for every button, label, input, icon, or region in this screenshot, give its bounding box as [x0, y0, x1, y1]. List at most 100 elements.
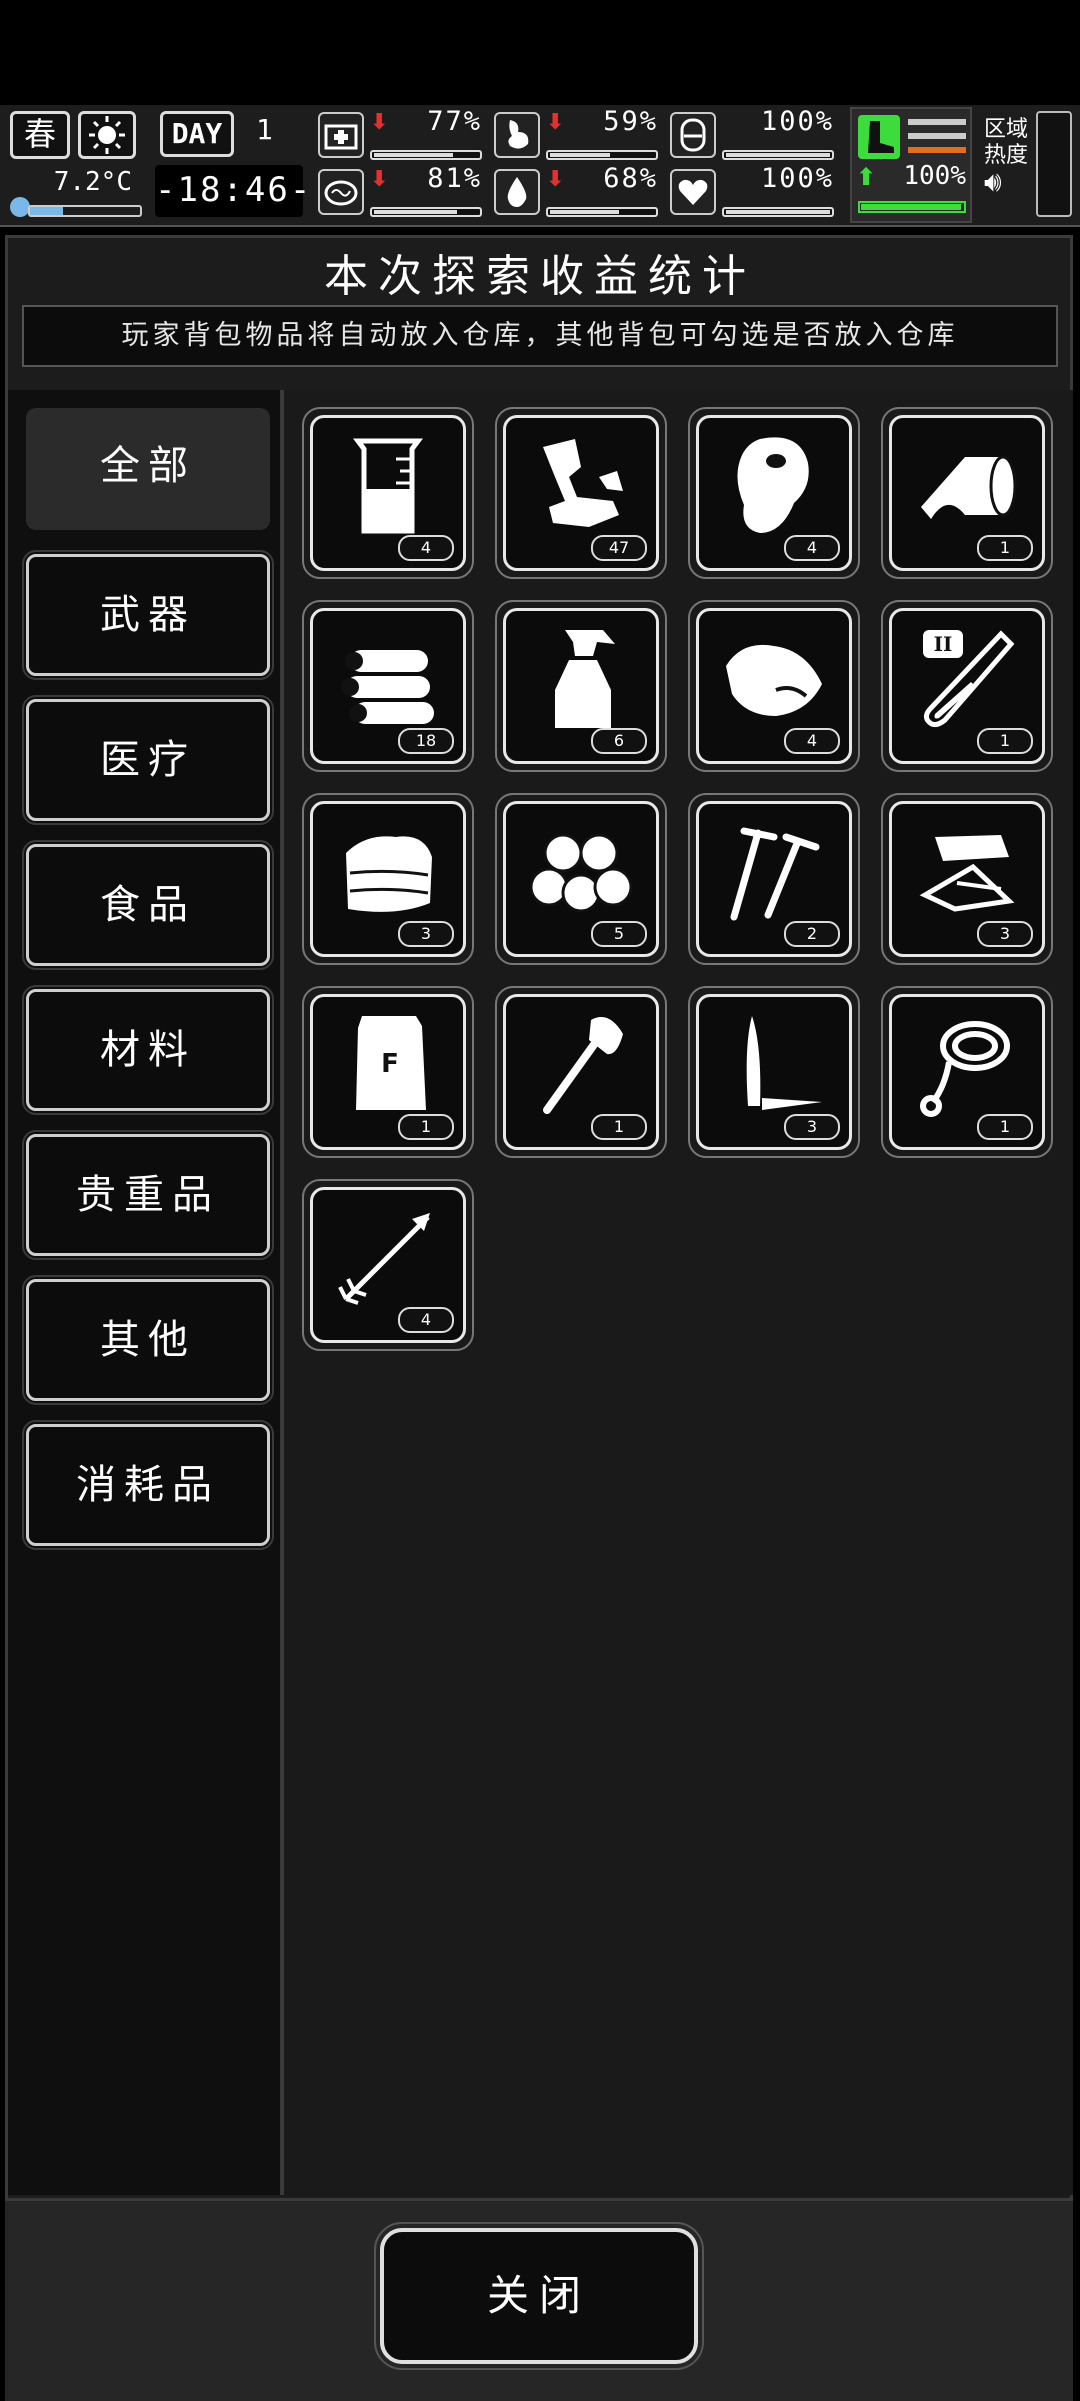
- stomach-icon: [494, 112, 540, 158]
- item-quantity: 1: [591, 1114, 647, 1140]
- item-quantity: 3: [977, 921, 1033, 947]
- up-arrow-icon: ⬆: [856, 163, 877, 191]
- cooked-meat-icon: [726, 644, 822, 716]
- tab-materials[interactable]: 材料: [22, 985, 274, 1115]
- close-button[interactable]: 关闭: [374, 2222, 704, 2370]
- stat-energy: ⬇ 81%: [318, 163, 482, 219]
- health-value: 77%: [427, 106, 482, 137]
- spray-bottle-icon: [555, 630, 615, 728]
- notice-text: 玩家背包物品将自动放入仓库，其他背包可勾选是否放入仓库: [22, 305, 1058, 367]
- bandage-roll-icon: [921, 455, 1017, 519]
- tab-all[interactable]: 全部: [26, 408, 270, 530]
- hunger-value: 59%: [603, 106, 658, 137]
- item-slot[interactable]: 4: [302, 1179, 474, 1351]
- item-slot[interactable]: 3: [302, 793, 474, 965]
- stat-hunger: ⬇ 59%: [494, 106, 658, 162]
- item-slot[interactable]: II 1: [881, 600, 1053, 772]
- panel-title: 本次探索收益统计: [324, 251, 756, 302]
- stat-heart: 100%: [670, 163, 834, 219]
- category-sidebar: 全部 武器 医疗 食品 材料 贵重品 其他 消耗品: [8, 390, 284, 2195]
- svg-text:F: F: [381, 1049, 399, 1079]
- item-slot[interactable]: 1: [881, 986, 1053, 1158]
- item-slot[interactable]: 3: [688, 986, 860, 1158]
- medkit-icon: [318, 112, 364, 158]
- logs-icon: [341, 650, 434, 724]
- item-quantity: 1: [977, 1114, 1033, 1140]
- temperature-gauge: 7.2°C: [10, 167, 142, 217]
- tab-label: 医疗: [100, 737, 196, 783]
- tab-label: 武器: [100, 592, 196, 638]
- energy-value: 81%: [427, 163, 482, 194]
- thermometer-icon: [10, 197, 30, 217]
- status-hud: 春 7.2°C DAY 1 -18:46- ⬇ 77% ⬇ 59% 100% ⬇…: [0, 105, 1080, 227]
- heart-value: 100%: [760, 163, 834, 194]
- item-slot[interactable]: 2: [688, 793, 860, 965]
- axe-icon: [543, 1017, 623, 1114]
- down-arrow-icon: ⬇: [546, 110, 565, 135]
- brain-icon: [318, 169, 364, 215]
- clock: -18:46-: [155, 165, 310, 217]
- tab-label: 消耗品: [76, 1462, 220, 1508]
- arrow-icon: [338, 1213, 430, 1305]
- heart-bar: [722, 207, 834, 217]
- item-quantity: 1: [977, 535, 1033, 561]
- item-slot[interactable]: 4: [688, 407, 860, 579]
- item-quantity: 4: [398, 1307, 454, 1333]
- stamina-bar: [858, 201, 966, 213]
- stat-health: ⬇ 77%: [318, 106, 482, 162]
- tab-label: 其他: [100, 1317, 196, 1363]
- item-quantity: 3: [398, 921, 454, 947]
- item-quantity: 2: [784, 921, 840, 947]
- day-label: DAY: [160, 111, 234, 157]
- item-slot[interactable]: 1: [495, 986, 667, 1158]
- stamina-value: 100%: [903, 161, 966, 191]
- region-label: 区域: [984, 117, 1029, 142]
- tab-medical[interactable]: 医疗: [22, 695, 274, 825]
- down-arrow-icon: ⬇: [370, 167, 389, 192]
- stamina-line: [908, 133, 966, 139]
- tab-label: 贵重品: [76, 1172, 220, 1218]
- tab-label: 食品: [100, 882, 196, 928]
- tab-valuables[interactable]: 贵重品: [22, 1130, 274, 1260]
- item-slot[interactable]: 4: [688, 600, 860, 772]
- mood-value: 100%: [760, 106, 834, 137]
- temperature-value: 7.2°C: [53, 167, 132, 197]
- stat-mood: 100%: [670, 106, 834, 162]
- paper-icon: [919, 835, 1015, 912]
- scrap-metal-icon: [543, 439, 623, 527]
- item-slot[interactable]: 5: [495, 793, 667, 965]
- clock-time: -18:46-: [155, 170, 313, 210]
- tab-weapons[interactable]: 武器: [22, 550, 274, 680]
- test-tube-icon: II: [923, 630, 1015, 728]
- item-slot[interactable]: F 1: [302, 986, 474, 1158]
- energy-bar: [370, 207, 482, 217]
- cloth-icon: [346, 836, 432, 912]
- item-quantity: 4: [398, 535, 454, 561]
- tab-consumables[interactable]: 消耗品: [22, 1420, 274, 1550]
- tab-label: 材料: [100, 1027, 196, 1073]
- item-quantity: 1: [977, 728, 1033, 754]
- item-slot[interactable]: 47: [495, 407, 667, 579]
- item-slot[interactable]: 1: [881, 407, 1053, 579]
- fertilizer-bag-icon: F: [356, 1016, 426, 1110]
- item-quantity: 6: [591, 728, 647, 754]
- item-slot[interactable]: 4: [302, 407, 474, 579]
- close-label: 关闭: [486, 2271, 591, 2320]
- item-quantity: 4: [784, 535, 840, 561]
- item-quantity: 4: [784, 728, 840, 754]
- health-bar: [370, 150, 482, 160]
- speaker-icon[interactable]: 🔊︎: [984, 168, 1028, 196]
- item-quantity: 18: [398, 728, 454, 754]
- hunger-bar: [546, 150, 658, 160]
- region-heat: 区域 热度 🔊︎: [984, 117, 1029, 196]
- tab-label: 全部: [100, 443, 196, 489]
- item-slot[interactable]: 3: [881, 793, 1053, 965]
- tab-other[interactable]: 其他: [22, 1275, 274, 1405]
- sun-icon: [78, 111, 136, 159]
- item-grid: 4 47 4 1 18 6 4 II 1 3 5 2 3 F 1 1 3 1 4: [285, 390, 1073, 2195]
- stamina-line: [908, 119, 966, 125]
- knife-icon: [746, 1016, 822, 1110]
- tab-food[interactable]: 食品: [22, 840, 274, 970]
- item-slot[interactable]: 6: [495, 600, 667, 772]
- item-slot[interactable]: 18: [302, 600, 474, 772]
